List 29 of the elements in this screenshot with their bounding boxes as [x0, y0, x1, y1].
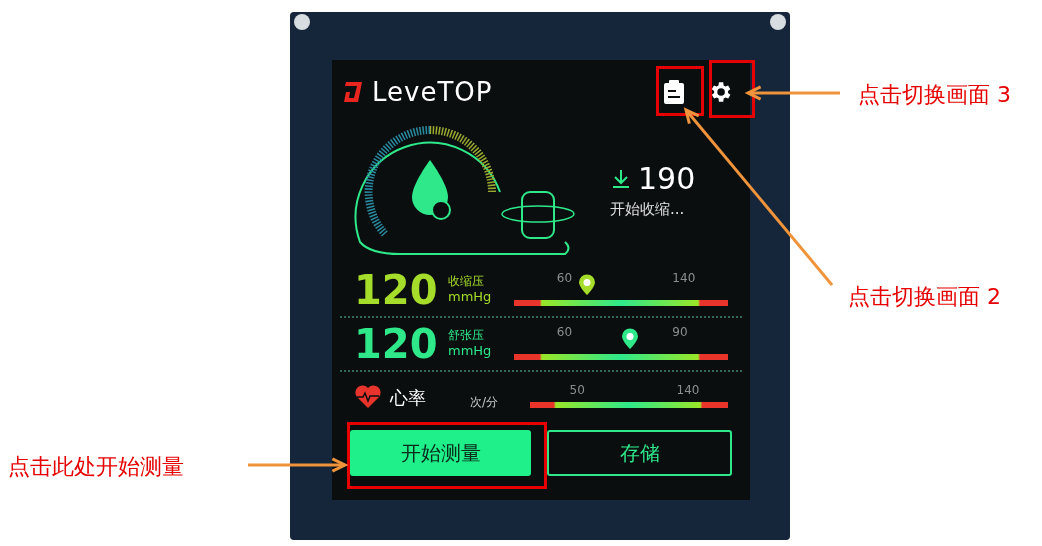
pressure-value: 120: [354, 324, 439, 364]
unit-label: mmHg: [448, 343, 493, 360]
clipboard-icon: [662, 79, 686, 105]
mounting-hole: [294, 14, 310, 30]
scale-label: 60: [556, 326, 573, 338]
status-text: 开始收缩...: [610, 198, 685, 220]
scale-label: 140: [672, 272, 696, 284]
highlight-frame: [709, 60, 755, 118]
heart-rate-label: 心率: [390, 385, 427, 410]
scale-label: 140: [676, 384, 700, 396]
pressure-label: 收缩压: [448, 274, 485, 290]
save-button[interactable]: 存储: [547, 430, 732, 476]
unit-label: mmHg: [448, 289, 493, 306]
heart-icon: [354, 385, 382, 409]
highlight-frame: [656, 66, 704, 116]
logo-text: LeveTOP: [372, 75, 493, 109]
pressure-value: 120: [354, 270, 439, 310]
pressure-label: 舒张压: [448, 328, 485, 344]
scale-label: 60: [556, 272, 573, 284]
scale-label: 90: [672, 326, 688, 338]
scale-label: 50: [569, 384, 585, 396]
annotation-text: 点击切换画面 3: [858, 81, 1011, 109]
pressure-reading: 190: [638, 163, 696, 194]
annotation-text: 点击此处开始测量: [8, 453, 184, 481]
annotation-text: 点击切换画面 2: [848, 283, 1001, 311]
download-icon: [610, 167, 632, 190]
unit-label: 次/分: [470, 394, 500, 411]
mounting-hole: [770, 14, 786, 30]
start-button[interactable]: 开始测量: [350, 430, 531, 476]
